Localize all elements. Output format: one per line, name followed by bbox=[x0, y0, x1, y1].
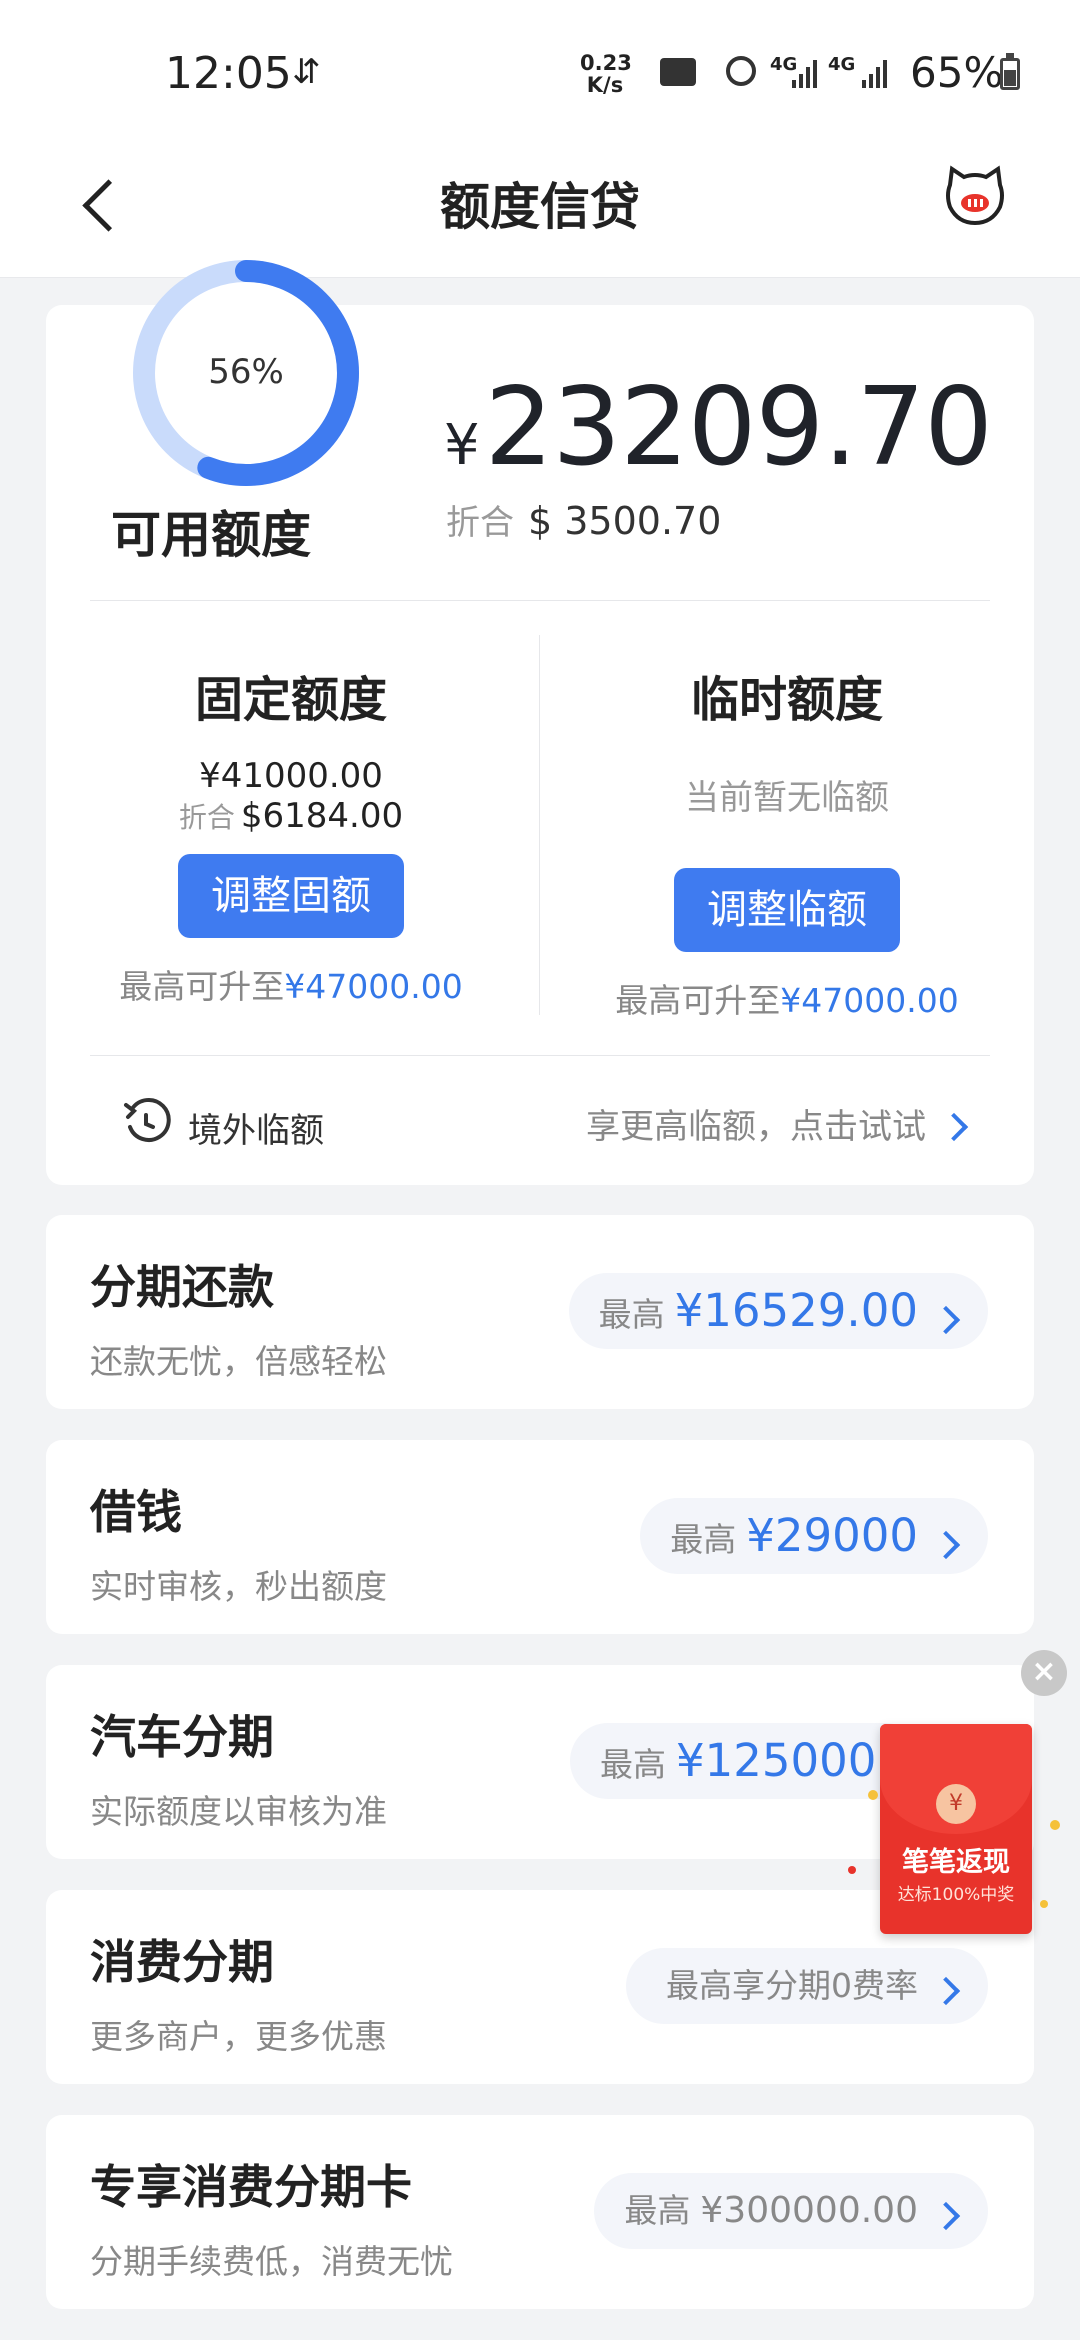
temporary-limit-title: 临时额度 bbox=[690, 672, 883, 728]
column-divider bbox=[539, 635, 540, 1015]
pill-label: 最高 bbox=[670, 1520, 737, 1559]
pill-value: 最高享分期0费率 bbox=[666, 1966, 918, 2005]
fixed-max-value: ¥47000.00 bbox=[284, 967, 463, 1006]
product-max-pill[interactable]: 最高 ¥16529.00 bbox=[568, 1273, 988, 1349]
chevron-right-icon bbox=[939, 1112, 969, 1141]
sparkle-icon bbox=[848, 1866, 856, 1874]
product-max-pill[interactable]: 最高享分期0费率 bbox=[626, 1948, 988, 2024]
product-title: 汽车分期 bbox=[90, 1710, 274, 1764]
battery-icon bbox=[1000, 53, 1020, 90]
temporary-limit-section: 临时额度 当前暂无临额 调整临额 最高可升至¥47000.00 bbox=[542, 660, 1032, 1022]
pill-label: 最高 bbox=[598, 1295, 665, 1334]
product-desc: 分期手续费低，消费无忧 bbox=[90, 2242, 453, 2281]
network-speed: 0.23 K/s bbox=[580, 51, 632, 97]
usd-amount: $ 3500.70 bbox=[528, 499, 722, 543]
pill-value: ¥300000.00 bbox=[700, 2190, 918, 2231]
red-packet-promo[interactable]: ¥ 笔笔返现 达标100%中奖 bbox=[880, 1724, 1032, 1934]
temporary-max-prefix: 最高可升至 bbox=[615, 981, 781, 1020]
product-max-pill[interactable]: 最高 ¥125000. bbox=[570, 1723, 923, 1799]
fixed-usd-amount: $6184.00 bbox=[240, 796, 404, 836]
fixed-limit-section: 固定额度 ¥41000.00 折合 $6184.00 调整固额 最高可升至¥470… bbox=[46, 660, 536, 1008]
temporary-max-value: ¥47000.00 bbox=[780, 981, 959, 1020]
fixed-usd-label: 折合 bbox=[178, 801, 235, 834]
product-card[interactable]: 借钱 实时审核，秒出额度 最高 ¥29000 bbox=[46, 1440, 1034, 1634]
status-time: 12:05 bbox=[165, 48, 292, 99]
pill-value: ¥16529.00 bbox=[674, 1284, 918, 1337]
usd-equivalent: 折合 $ 3500.70 bbox=[446, 495, 721, 544]
product-title: 专享消费分期卡 bbox=[90, 2160, 412, 2214]
chevron-right-icon bbox=[931, 1976, 961, 2005]
temporary-limit-empty: 当前暂无临额 bbox=[685, 778, 889, 818]
sparkle-icon bbox=[1050, 1820, 1060, 1830]
adjust-temporary-button[interactable]: 调整临额 bbox=[674, 868, 900, 952]
product-desc: 更多商户，更多优惠 bbox=[90, 2017, 387, 2056]
product-card[interactable]: 分期还款 还款无忧，倍感轻松 最高 ¥16529.00 bbox=[46, 1215, 1034, 1409]
fixed-limit-usd: 折合 $6184.00 bbox=[46, 796, 536, 836]
fixed-max-prefix: 最高可升至 bbox=[119, 967, 285, 1006]
usd-label: 折合 bbox=[446, 503, 514, 543]
credit-limit-card: 56% 可用额度 ¥23209.70 折合 $ 3500.70 固定额度 ¥410… bbox=[46, 260, 1034, 1185]
sparkle-icon bbox=[868, 1790, 878, 1800]
product-desc: 实际额度以审核为准 bbox=[90, 1792, 387, 1831]
divider bbox=[90, 600, 990, 601]
fixed-limit-title: 固定额度 bbox=[194, 672, 387, 728]
pill-value: ¥125000. bbox=[676, 1734, 891, 1787]
available-label: 可用额度 bbox=[111, 506, 311, 564]
promo-title: 笔笔返现 bbox=[902, 1847, 1010, 1878]
currency-symbol: ¥ bbox=[444, 413, 480, 478]
data-transfer-icon: ⇵ bbox=[292, 52, 321, 92]
page-title: 额度信贷 bbox=[440, 178, 640, 236]
alarm-icon bbox=[726, 56, 756, 86]
overseas-hint: 享更高临额，点击试试 bbox=[586, 1099, 969, 1148]
adjust-fixed-button[interactable]: 调整固额 bbox=[178, 854, 404, 938]
chevron-right-icon bbox=[931, 2201, 961, 2230]
chevron-right-icon bbox=[931, 1530, 961, 1559]
temporary-max-line: 最高可升至¥47000.00 bbox=[542, 974, 1032, 1022]
fixed-limit-amount: ¥41000.00 bbox=[199, 756, 383, 796]
coin-icon: ¥ bbox=[936, 1784, 976, 1824]
chevron-right-icon bbox=[931, 1305, 961, 1334]
promo-subtitle: 达标100%中奖 bbox=[897, 1885, 1015, 1905]
product-desc: 还款无忧，倍感轻松 bbox=[90, 1342, 387, 1381]
signal-icon bbox=[862, 58, 888, 88]
promo-close-button[interactable]: × bbox=[1021, 1650, 1067, 1696]
available-amount-value: 23209.70 bbox=[484, 365, 993, 490]
overseas-label: 境外临额 bbox=[188, 1111, 324, 1151]
product-title: 分期还款 bbox=[90, 1260, 274, 1314]
battery-percent: 65% bbox=[910, 48, 1004, 97]
product-card[interactable]: 专享消费分期卡 分期手续费低，消费无忧 最高 ¥300000.00 bbox=[46, 2115, 1034, 2309]
mascot-icon[interactable] bbox=[942, 163, 1008, 229]
overseas-hint-text: 享更高临额，点击试试 bbox=[586, 1107, 926, 1147]
available-amount: ¥23209.70 bbox=[444, 365, 993, 490]
folder-lock-icon bbox=[660, 58, 696, 86]
product-desc: 实时审核，秒出额度 bbox=[90, 1567, 387, 1606]
network-speed-unit: K/s bbox=[586, 73, 624, 97]
pill-value: ¥29000 bbox=[746, 1509, 918, 1562]
network-type-2: 4G bbox=[828, 54, 856, 75]
usage-percent: 56% bbox=[208, 352, 284, 392]
signal-icon bbox=[792, 58, 818, 88]
pill-label: 最高 bbox=[600, 1745, 666, 1784]
product-title: 消费分期 bbox=[90, 1935, 274, 1989]
sparkle-icon bbox=[1040, 1900, 1048, 1908]
pill-label: 最高 bbox=[624, 2191, 691, 2230]
fixed-max-line: 最高可升至¥47000.00 bbox=[46, 960, 536, 1008]
usage-ring: 56% bbox=[133, 260, 359, 486]
overseas-limit-row[interactable]: 境外临额 享更高临额，点击试试 bbox=[46, 1055, 1034, 1185]
product-title: 借钱 bbox=[90, 1485, 182, 1539]
overseas-clock-icon bbox=[124, 1098, 171, 1142]
product-max-pill[interactable]: 最高 ¥300000.00 bbox=[594, 2173, 988, 2249]
network-speed-value: 0.23 bbox=[580, 51, 632, 75]
product-max-pill[interactable]: 最高 ¥29000 bbox=[640, 1498, 988, 1574]
